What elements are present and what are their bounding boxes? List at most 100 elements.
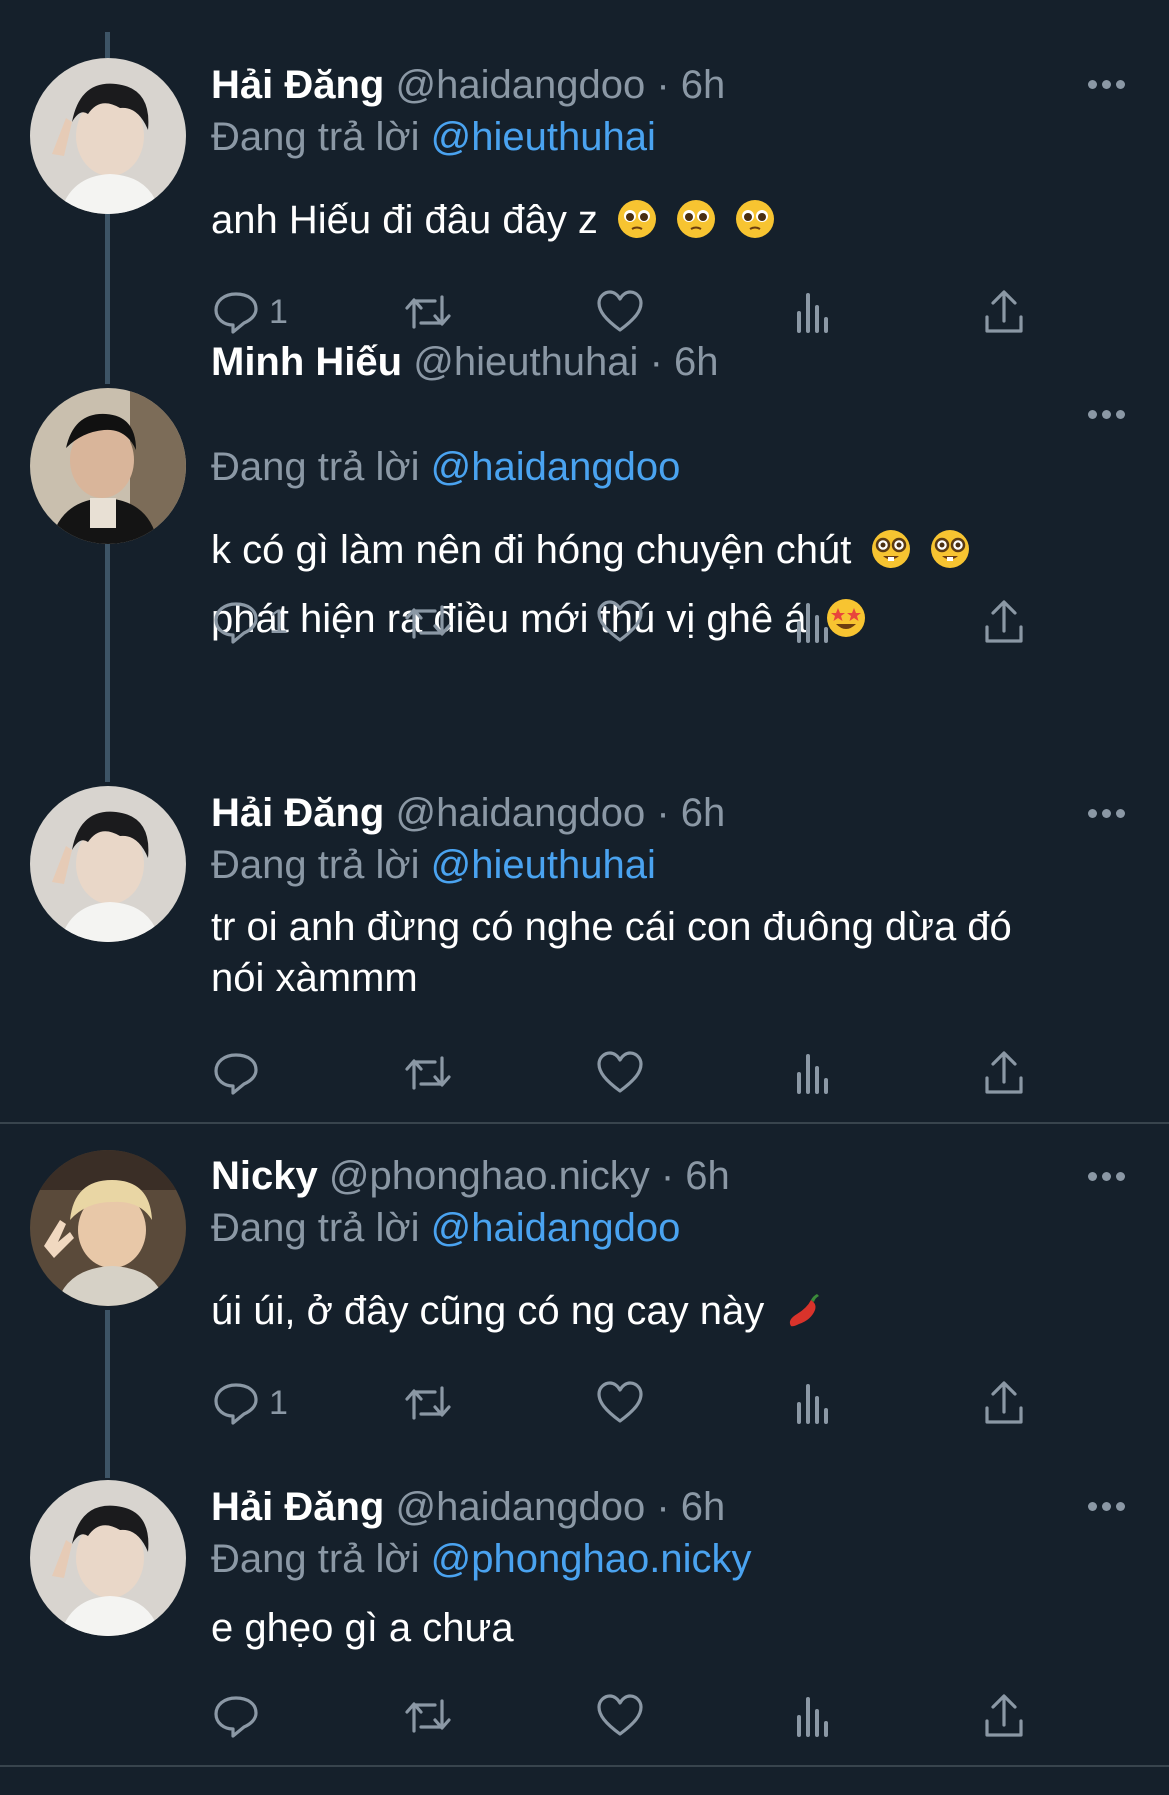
tweet-header: Nicky @phonghao.nicky · 6h	[211, 1152, 730, 1200]
reply-context: Đang trả lời @haidangdoo	[211, 443, 680, 491]
retweet-button[interactable]	[403, 1046, 453, 1100]
username[interactable]: @haidangdoo	[395, 1485, 645, 1529]
pleading-face-emoji	[736, 200, 775, 238]
like-button[interactable]	[595, 1689, 645, 1743]
reply-button[interactable]: 1	[211, 595, 288, 649]
retweet-button[interactable]	[403, 1376, 453, 1430]
tweet[interactable]: Hải Đăng @haidangdoo · 6h Đang trả lời @…	[0, 0, 1169, 380]
tweet-header: Hải Đăng @haidangdoo · 6h	[211, 1483, 725, 1531]
share-icon	[985, 600, 1023, 643]
tweet-actions: 1	[211, 285, 1041, 339]
timestamp[interactable]: · 6h	[656, 63, 725, 107]
comment-icon	[214, 602, 258, 644]
more-dots-icon[interactable]	[1088, 410, 1126, 420]
heart-icon	[597, 290, 643, 332]
reply-mention[interactable]: @haidangdoo	[431, 1206, 681, 1250]
tweet-text: tr oi anh đừng có nghe cái con đuông dừa…	[211, 902, 1111, 1004]
tweet-header: Hải Đăng @haidangdoo · 6h	[211, 789, 725, 837]
bar-chart-icon	[797, 1384, 828, 1424]
tweet-text-line: anh Hiếu đi đâu đây z	[211, 198, 598, 242]
display-name[interactable]: Nicky	[211, 1154, 318, 1198]
avatar[interactable]	[30, 786, 186, 942]
avatar[interactable]	[30, 1480, 186, 1636]
more-dots-icon[interactable]	[1088, 809, 1126, 819]
like-button[interactable]	[595, 285, 645, 339]
retweet-icon	[405, 295, 451, 329]
comment-icon	[214, 1383, 258, 1425]
views-button[interactable]	[787, 285, 837, 339]
like-button[interactable]	[595, 1046, 645, 1100]
username[interactable]: @hieuthuhai	[413, 340, 638, 384]
reply-prefix: Đang trả lời	[211, 1206, 420, 1250]
bar-chart-icon	[797, 293, 828, 333]
heart-icon	[597, 1051, 643, 1093]
reply-button[interactable]: 1	[211, 285, 288, 339]
tweet-text: e ghẹo gì a chưa	[211, 1594, 1111, 1663]
reply-context: Đang trả lời @phonghao.nicky	[211, 1535, 752, 1583]
share-icon	[985, 1694, 1023, 1737]
display-name[interactable]: Hải Đăng	[211, 63, 384, 107]
tweet-actions: 1	[211, 595, 1041, 649]
tweet-actions: 1	[211, 1376, 1041, 1430]
tweet-text-line: úi úi, ở đây cũng có ng cay này	[211, 1289, 765, 1333]
like-button[interactable]	[595, 1376, 645, 1430]
reply-button[interactable]	[211, 1046, 269, 1100]
display-name[interactable]: Minh Hiếu	[211, 340, 402, 384]
share-button[interactable]	[979, 595, 1029, 649]
retweet-button[interactable]	[403, 595, 453, 649]
views-button[interactable]	[787, 1376, 837, 1430]
thread-divider	[0, 1122, 1169, 1124]
avatar[interactable]	[30, 1150, 186, 1306]
views-button[interactable]	[787, 1046, 837, 1100]
heart-icon	[597, 600, 643, 642]
tweet-header: Minh Hiếu @hieuthuhai · 6h	[211, 338, 719, 386]
username[interactable]: @haidangdoo	[395, 791, 645, 835]
reply-mention[interactable]: @haidangdoo	[431, 445, 681, 489]
reply-prefix: Đang trả lời	[211, 843, 420, 887]
share-button[interactable]	[979, 1046, 1029, 1100]
views-button[interactable]	[787, 595, 837, 649]
views-button[interactable]	[787, 1689, 837, 1743]
reply-context: Đang trả lời @haidangdoo	[211, 1204, 680, 1252]
heart-icon	[597, 1694, 643, 1736]
more-dots-icon[interactable]	[1088, 1502, 1126, 1512]
more-dots-icon[interactable]	[1088, 1172, 1126, 1182]
timestamp[interactable]: · 6h	[656, 791, 725, 835]
reply-context: Đang trả lời @hieuthuhai	[211, 113, 656, 161]
timestamp[interactable]: · 6h	[656, 1485, 725, 1529]
bar-chart-icon	[797, 603, 828, 643]
share-button[interactable]	[979, 1376, 1029, 1430]
share-icon	[985, 1381, 1023, 1424]
reply-button[interactable]	[211, 1689, 269, 1743]
avatar[interactable]	[30, 388, 186, 544]
reply-prefix: Đang trả lời	[211, 1537, 420, 1581]
like-button[interactable]	[595, 595, 645, 649]
timestamp[interactable]: · 6h	[661, 1154, 730, 1198]
timestamp[interactable]: · 6h	[650, 340, 719, 384]
pleading-face-emoji	[618, 200, 657, 238]
pleading-face-emoji	[677, 200, 716, 238]
avatar[interactable]	[30, 58, 186, 214]
tweet-text-line: k có gì làm nên đi hóng chuyện chút	[211, 528, 852, 572]
reply-mention[interactable]: @phonghao.nicky	[431, 1537, 752, 1581]
reply-count: 1	[269, 1383, 288, 1422]
comment-icon	[214, 1696, 258, 1738]
share-button[interactable]	[979, 1689, 1029, 1743]
heart-icon	[597, 1381, 643, 1423]
username[interactable]: @phonghao.nicky	[329, 1154, 650, 1198]
reply-button[interactable]: 1	[211, 1376, 288, 1430]
display-name[interactable]: Hải Đăng	[211, 791, 384, 835]
retweet-button[interactable]	[403, 285, 453, 339]
thread-line	[105, 1310, 110, 1478]
share-icon	[985, 290, 1023, 333]
reply-mention[interactable]: @hieuthuhai	[431, 843, 656, 887]
more-dots-icon[interactable]	[1088, 80, 1126, 90]
retweet-icon	[405, 605, 451, 639]
username[interactable]: @haidangdoo	[395, 63, 645, 107]
reply-context: Đang trả lời @hieuthuhai	[211, 841, 656, 889]
retweet-button[interactable]	[403, 1689, 453, 1743]
share-button[interactable]	[979, 285, 1029, 339]
reply-count: 1	[269, 602, 288, 641]
display-name[interactable]: Hải Đăng	[211, 1485, 384, 1529]
reply-mention[interactable]: @hieuthuhai	[431, 115, 656, 159]
